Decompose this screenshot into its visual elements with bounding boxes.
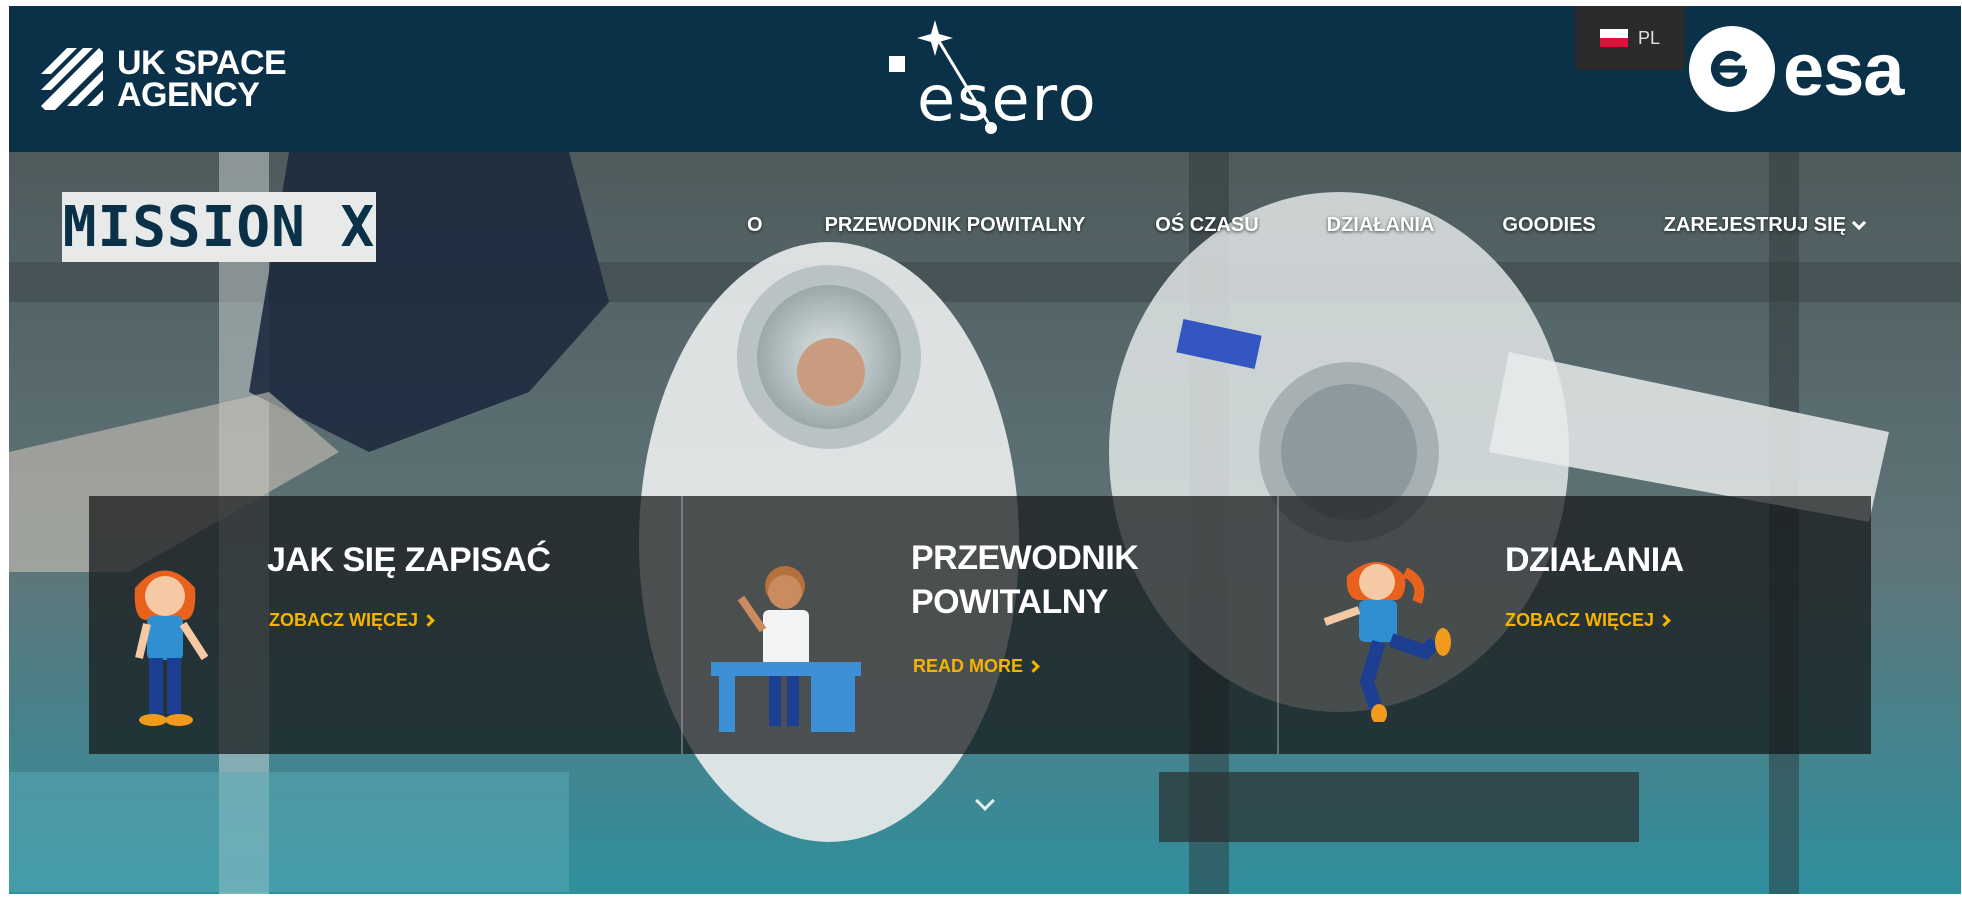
card-dzialania[interactable]: DZIAŁANIA ZOBACZ WIĘCEJ xyxy=(1279,496,1871,754)
site-header: UK SPACE AGENCY esero PL esa xyxy=(9,6,1961,152)
esero-wordmark: esero xyxy=(917,62,1098,135)
feature-cards: JAK SIĘ ZAPISAĆ ZOBACZ WIĘCEJ PRZEWODNIK… xyxy=(89,496,1871,754)
chevron-right-icon xyxy=(1027,660,1040,673)
uk-space-agency-wordmark: UK SPACE AGENCY xyxy=(117,44,287,114)
card-link[interactable]: ZOBACZ WIĘCEJ xyxy=(269,610,435,631)
mission-x-logo[interactable]: MISSION X xyxy=(62,192,376,262)
nav-item-przewodnik-powitalny[interactable]: PRZEWODNIK POWITALNY xyxy=(825,214,1086,237)
uk-space-agency-line2: AGENCY xyxy=(117,76,260,114)
nav-item-dzialania[interactable]: DZIAŁANIA xyxy=(1327,214,1435,237)
scientist-character-icon xyxy=(711,566,861,732)
esa-emblem-icon xyxy=(1689,26,1775,112)
nav-item-label: PRZEWODNIK POWITALNY xyxy=(824,214,1086,236)
card-link[interactable]: READ MORE xyxy=(913,656,1040,677)
card-jak-sie-zapisac[interactable]: JAK SIĘ ZAPISAĆ ZOBACZ WIĘCEJ xyxy=(89,496,683,754)
uk-space-agency-logo[interactable]: UK SPACE AGENCY xyxy=(37,44,287,114)
card-title-line2: POWITALNY xyxy=(911,583,1108,621)
language-switcher[interactable]: PL xyxy=(1575,6,1685,70)
page-frame: UK SPACE AGENCY esero PL esa MISSION X O… xyxy=(9,6,1961,894)
card-title-line1: PRZEWODNIK xyxy=(911,539,1139,577)
poland-flag-icon xyxy=(1599,29,1628,47)
nav-item-zarejestruj-sie[interactable]: ZAREJESTRUJ SIĘ xyxy=(1663,214,1867,237)
hero-section: MISSION X O PRZEWODNIK POWITALNY OŚ CZAS… xyxy=(9,152,1961,894)
card-link-label: ZOBACZ WIĘCEJ xyxy=(1505,610,1655,630)
card-przewodnik-powitalny[interactable]: PRZEWODNIK POWITALNY READ MORE xyxy=(683,496,1279,754)
girl-character-icon xyxy=(134,570,209,726)
card-title: PRZEWODNIK POWITALNY xyxy=(911,536,1139,624)
language-label: PL xyxy=(1637,27,1661,48)
card-title: DZIAŁANIA xyxy=(1505,541,1684,579)
card-link-label: ZOBACZ WIĘCEJ xyxy=(269,610,419,630)
nav-item-label: GOODIES xyxy=(1502,214,1596,236)
card-link[interactable]: ZOBACZ WIĘCEJ xyxy=(1505,610,1671,631)
chevron-down-icon xyxy=(1851,215,1867,230)
chevron-right-icon xyxy=(1658,614,1671,627)
uk-space-agency-mark-icon xyxy=(41,48,103,110)
card-title: JAK SIĘ ZAPISAĆ xyxy=(267,541,551,579)
main-nav: O PRZEWODNIK POWITALNY OŚ CZASU DZIAŁANI… xyxy=(747,214,1867,237)
nav-item-label: OŚ CZASU xyxy=(1155,214,1259,236)
uk-space-agency-line1: UK SPACE xyxy=(117,44,287,82)
nav-item-label: O xyxy=(747,214,763,236)
esa-logo[interactable]: esa xyxy=(1689,26,1904,112)
card-link-label: READ MORE xyxy=(913,656,1024,676)
chevron-right-icon xyxy=(422,614,435,627)
nav-item-label: ZAREJESTRUJ SIĘ xyxy=(1663,214,1847,236)
nav-item-label: DZIAŁANIA xyxy=(1326,214,1435,236)
esero-logo[interactable]: esero xyxy=(877,20,1097,144)
esa-wordmark: esa xyxy=(1783,27,1904,111)
nav-item-goodies[interactable]: GOODIES xyxy=(1502,214,1595,237)
nav-item-os-czasu[interactable]: OŚ CZASU xyxy=(1155,214,1258,237)
nav-item-o[interactable]: O xyxy=(747,214,763,237)
jumping-girl-character-icon xyxy=(1323,562,1451,722)
